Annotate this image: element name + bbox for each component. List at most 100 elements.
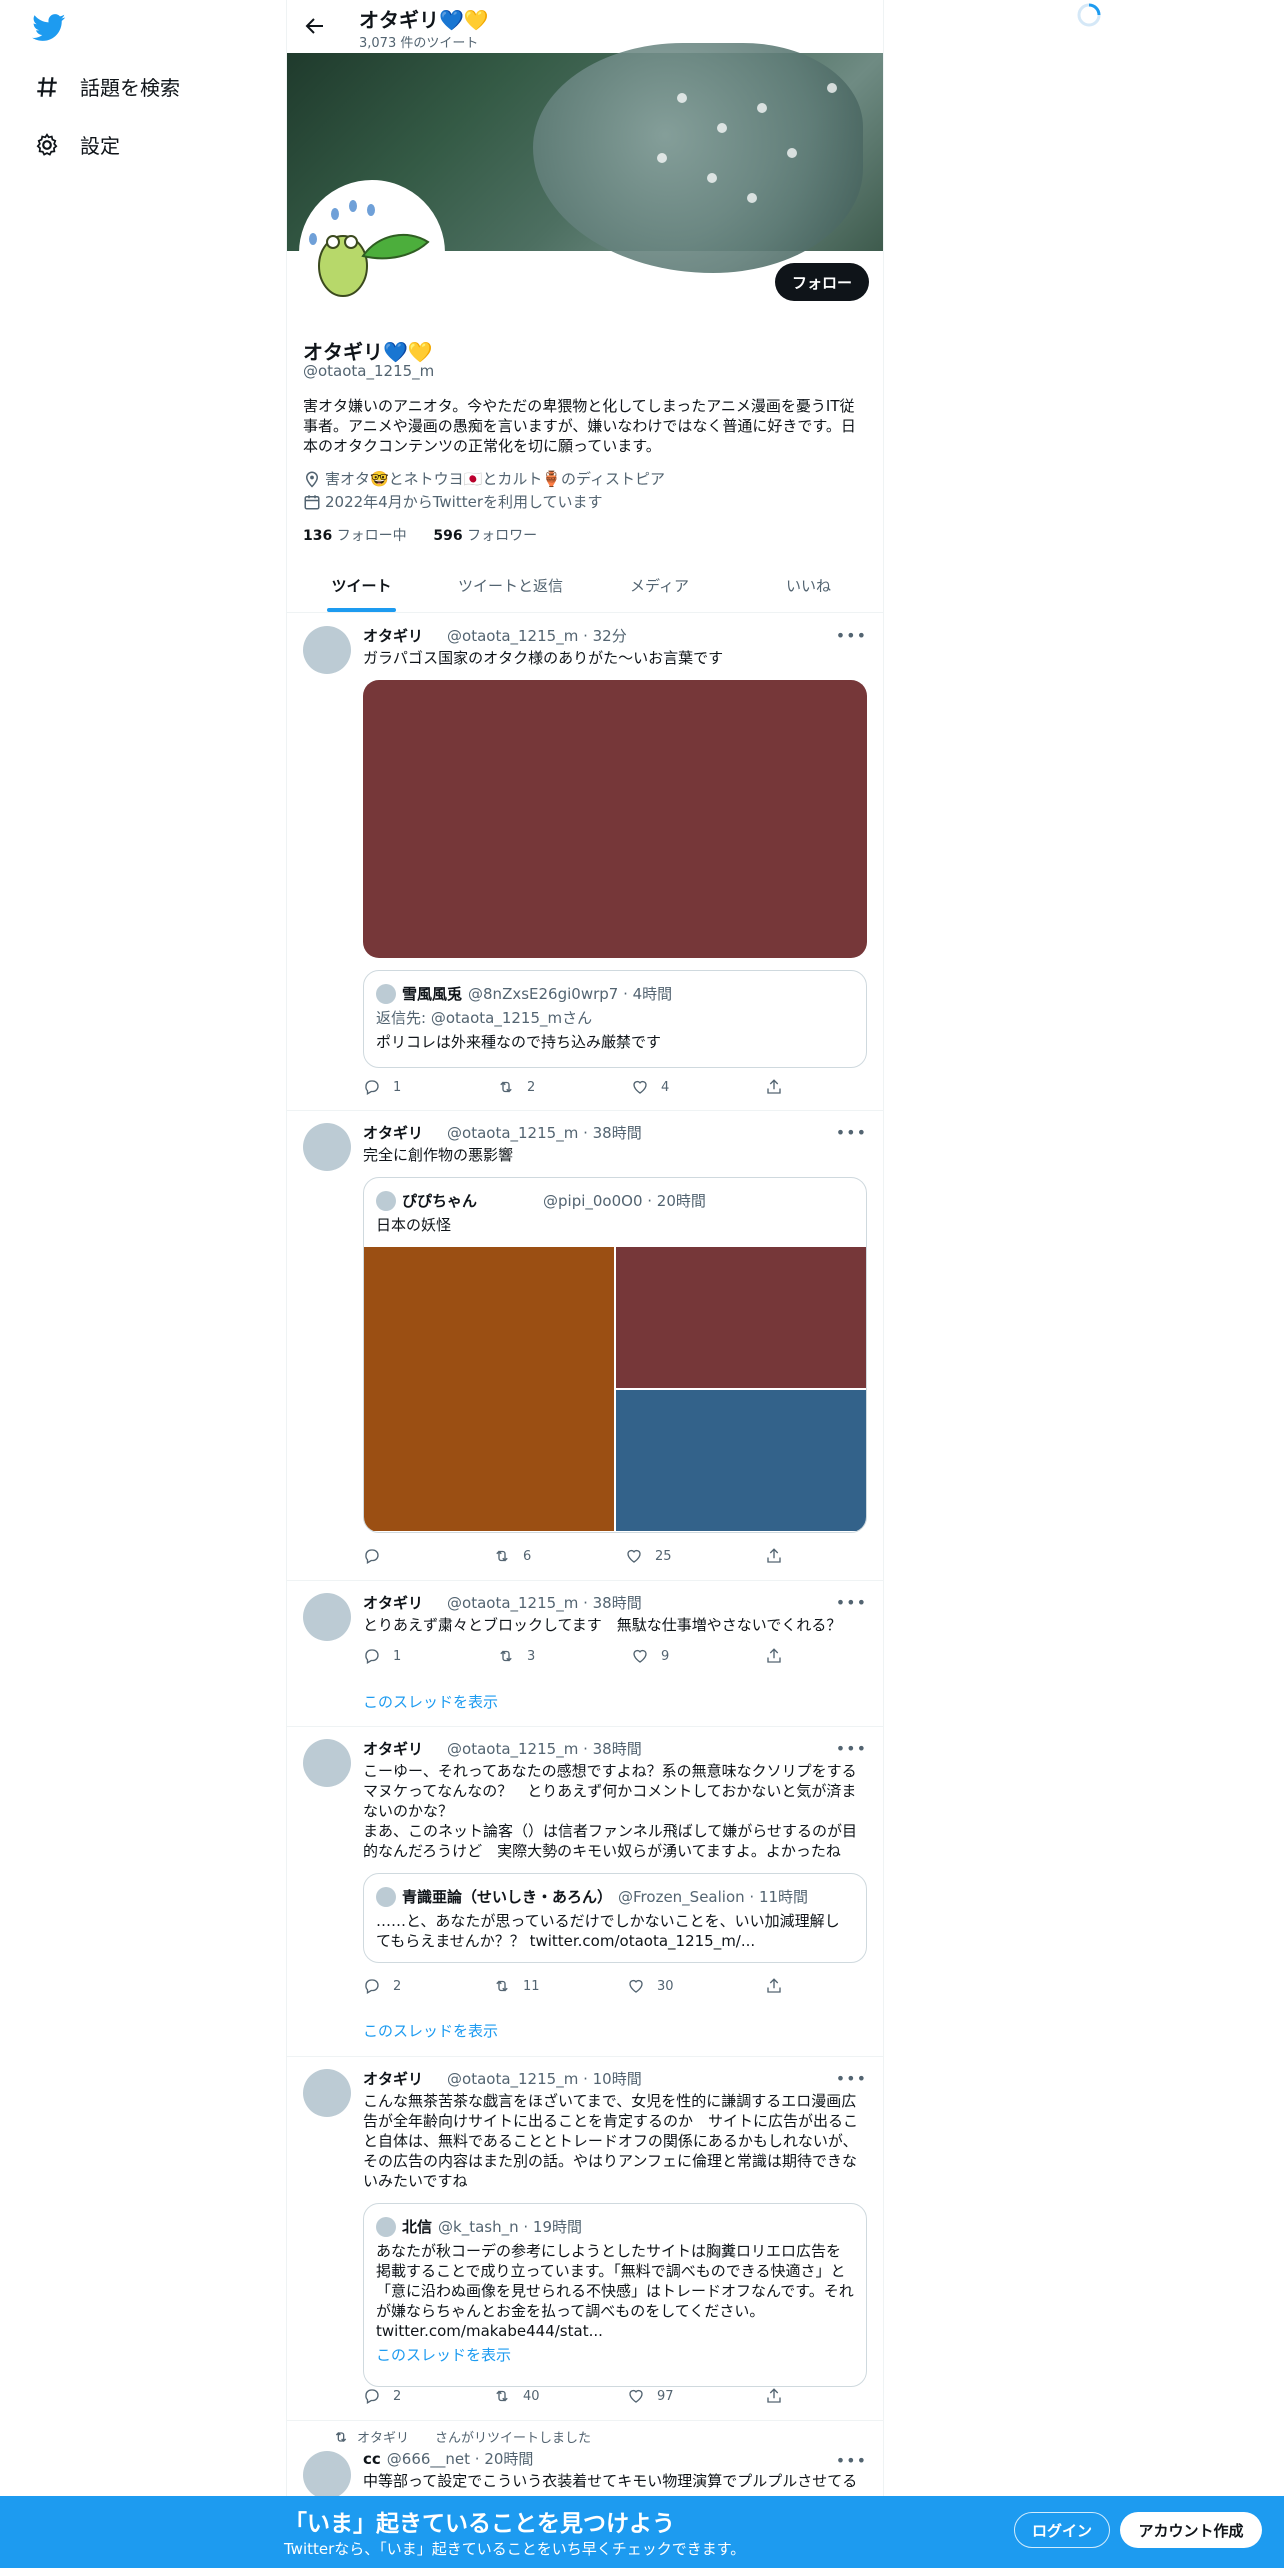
show-thread-link[interactable]: このスレッドを表示 xyxy=(364,2345,866,2377)
signup-button[interactable]: アカウント作成 xyxy=(1120,2512,1262,2548)
tweet-actions: 2 40 97 xyxy=(363,2387,783,2407)
quote-meta: @8nZxsE26gi0wrp7 · 4時間 xyxy=(468,985,673,1003)
retweet-button[interactable]: 11 xyxy=(493,1977,540,1995)
tweet-meta: @otaota_1215_m · 38時間 xyxy=(447,1740,642,1758)
tweet-card[interactable]: ••• オタギリ @otaota_1215_m · 38時間 こーゆー、それってあ… xyxy=(287,1727,883,2057)
reply-button[interactable] xyxy=(363,1547,393,1565)
heart-icon xyxy=(633,1080,647,1094)
following-link[interactable]: 136 フォロー中 xyxy=(303,528,407,544)
profile-bio: 害オタ嫌いのアニオタ。今やただの卑猥物と化してしまったアニメ漫画を憂うIT従事者… xyxy=(303,397,856,455)
quote-meta: @pipi_0o0O0 · 20時間 xyxy=(543,1192,706,1210)
reply-button[interactable]: 1 xyxy=(363,1078,401,1096)
tweet-author[interactable]: オタギリ xyxy=(363,627,423,645)
like-button[interactable]: 97 xyxy=(627,2387,674,2405)
tweet-media-image[interactable] xyxy=(363,680,867,958)
reply-button[interactable]: 2 xyxy=(363,2387,401,2405)
reply-icon xyxy=(365,1979,379,1994)
tweet-text: こーゆー、それってあなたの感想ですよね？系の無意味なクソリプをするマヌケってなん… xyxy=(363,1762,857,1860)
show-thread-link[interactable]: このスレッドを表示 xyxy=(363,1691,498,1712)
follow-button[interactable]: フォロー xyxy=(775,263,869,301)
retweet-icon xyxy=(335,2431,347,2442)
quote-text: あなたが秋コーデの参考にしようとしたサイトは胸糞ロリエロ広告を掲載することで成り… xyxy=(376,2242,854,2340)
quote-author: 北信 xyxy=(402,2218,433,2236)
main-column: オタギリ💙💛 3,073 件のツイート フォロー オタギリ💙💛 @otaota_… xyxy=(286,0,884,2568)
heart-icon xyxy=(629,1979,643,1993)
tweet-card[interactable]: ••• オタギリ @otaota_1215_m · 32分 ガラパゴス国家のオタク… xyxy=(287,614,883,1111)
avatar[interactable] xyxy=(303,1123,351,1171)
avatar[interactable] xyxy=(303,2069,351,2117)
retweet-icon xyxy=(500,1650,512,1662)
tab-tweets-replies[interactable]: ツイートと返信 xyxy=(436,560,585,612)
profile-header-bar: オタギリ💙💛 3,073 件のツイート xyxy=(287,0,883,53)
like-button[interactable]: 30 xyxy=(627,1977,674,1995)
share-button[interactable] xyxy=(765,1547,783,1565)
location-pin-icon xyxy=(305,471,319,488)
share-icon xyxy=(767,1648,781,1663)
profile-tabs: ツイート ツイートと返信 メディア いいね xyxy=(287,560,883,613)
tweet-card[interactable]: ••• オタギリ @otaota_1215_m · 10時間 こんな無茶苦茶な戯言… xyxy=(287,2057,883,2421)
quote-text: ポリコレは外来種なので持ち込み厳禁です xyxy=(376,1033,662,1051)
share-icon xyxy=(767,1978,781,1993)
tweet-card[interactable]: ••• オタギリ @otaota_1215_m · 38時間 完全に創作物の悪影響… xyxy=(287,1111,883,1581)
share-icon xyxy=(767,2388,781,2403)
share-button[interactable] xyxy=(765,1977,783,1995)
avatar xyxy=(376,2216,396,2237)
share-icon xyxy=(767,1548,781,1563)
profile-avatar[interactable] xyxy=(299,180,445,326)
reply-button[interactable]: 2 xyxy=(363,1977,401,1995)
back-arrow-icon[interactable] xyxy=(303,14,327,38)
share-button[interactable] xyxy=(765,1647,783,1665)
quote-media-image[interactable] xyxy=(616,1390,866,1531)
like-button[interactable]: 25 xyxy=(625,1547,672,1565)
retweet-button[interactable]: 6 xyxy=(493,1547,531,1565)
twitter-logo-icon[interactable] xyxy=(32,14,66,42)
tweet-author[interactable]: cc xyxy=(363,2450,381,2468)
tweet-meta: @otaota_1215_m · 38時間 xyxy=(447,1594,642,1612)
tab-tweets[interactable]: ツイート xyxy=(287,560,436,612)
quote-media-image[interactable] xyxy=(616,1247,866,1388)
quoted-tweet[interactable]: 雪風風兎 @8nZxsE26gi0wrp7 · 4時間 返信先: @otaota_… xyxy=(363,970,867,1068)
tweet-card[interactable]: ••• オタギリ @otaota_1215_m · 38時間 とりあえず粛々とブロ… xyxy=(287,1581,883,1727)
avatar[interactable] xyxy=(303,1593,351,1641)
tweet-meta: @otaota_1215_m · 10時間 xyxy=(447,2070,642,2088)
profile-name: オタギリ💙💛 xyxy=(303,340,433,364)
show-thread-link[interactable]: このスレッドを表示 xyxy=(363,2020,498,2041)
profile-location: 害オタ🤓とネトウヨ🇯🇵とカルト🏺のディストピア xyxy=(303,468,665,489)
like-button[interactable]: 4 xyxy=(631,1078,669,1096)
share-button[interactable] xyxy=(765,1078,783,1096)
reply-button[interactable]: 1 xyxy=(363,1647,401,1665)
sidebar-item-settings[interactable]: 設定 xyxy=(34,130,120,159)
quote-media-image[interactable] xyxy=(364,1247,614,1531)
like-button[interactable]: 9 xyxy=(631,1647,669,1665)
quoted-tweet[interactable]: 北信 @k_tash_n · 19時間 あなたが秋コーデの参考にしようとしたサイト… xyxy=(363,2203,867,2387)
retweeted-by: オタギリ さんがリツイートしました xyxy=(333,2427,591,2446)
tweet-author[interactable]: オタギリ xyxy=(363,2070,423,2088)
quoted-tweet[interactable]: 青識亜論（せいしき・あろん） @Frozen_Sealion · 11時間 ……と… xyxy=(363,1873,867,1963)
tweet-author[interactable]: オタギリ xyxy=(363,1740,423,1758)
retweet-button[interactable]: 40 xyxy=(493,2387,540,2405)
tab-media[interactable]: メディア xyxy=(585,560,734,612)
avatar[interactable] xyxy=(303,626,351,674)
quote-media-grid xyxy=(364,1247,866,1531)
avatar[interactable] xyxy=(303,2451,351,2499)
tweet-author[interactable]: オタギリ xyxy=(363,1594,423,1612)
retweet-button[interactable]: 2 xyxy=(497,1078,535,1096)
quoted-tweet[interactable]: ぴぴちゃん @pipi_0o0O0 · 20時間 日本の妖怪 xyxy=(363,1177,867,1533)
share-icon xyxy=(767,1079,781,1094)
login-button[interactable]: ログイン xyxy=(1014,2512,1110,2548)
banner-title: 「いま」起きていることを見つけよう xyxy=(284,2511,675,2537)
tweet-author[interactable]: オタギリ xyxy=(363,1124,423,1142)
tab-likes[interactable]: いいね xyxy=(734,560,883,612)
retweet-button[interactable]: 3 xyxy=(497,1647,535,1665)
reply-icon xyxy=(365,1080,379,1095)
quote-author: 雪風風兎 xyxy=(402,985,463,1003)
followers-link[interactable]: 596 フォロワー xyxy=(433,528,537,544)
avatar xyxy=(376,1886,396,1907)
quote-author: 青識亜論（せいしき・あろん） xyxy=(402,1888,613,1906)
tweet-meta: @otaota_1215_m · 32分 xyxy=(447,627,627,645)
share-button[interactable] xyxy=(765,2387,783,2405)
avatar[interactable] xyxy=(303,1739,351,1787)
frog-avatar-icon xyxy=(309,200,430,297)
sidebar-item-explore[interactable]: 話題を検索 xyxy=(34,72,180,101)
follow-counts: 136 フォロー中 596 フォロワー xyxy=(303,525,537,545)
